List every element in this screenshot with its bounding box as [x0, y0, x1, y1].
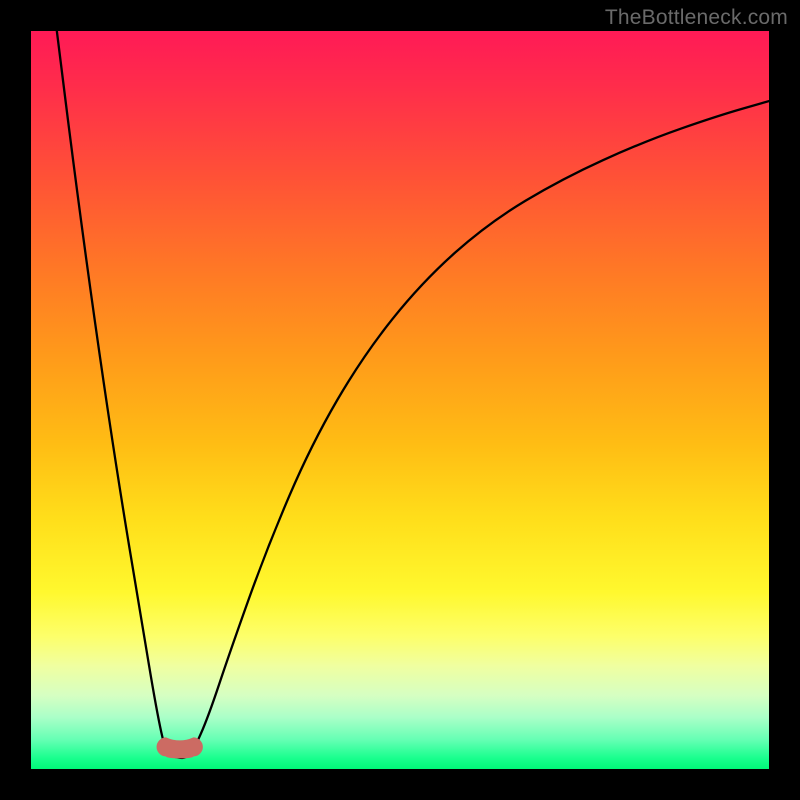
bottleneck-curve — [57, 31, 769, 758]
outer-frame: TheBottleneck.com — [0, 0, 800, 800]
watermark-text: TheBottleneck.com — [605, 6, 788, 30]
trough-marker — [157, 738, 202, 758]
plot-area — [31, 31, 769, 769]
curve-layer — [31, 31, 769, 769]
